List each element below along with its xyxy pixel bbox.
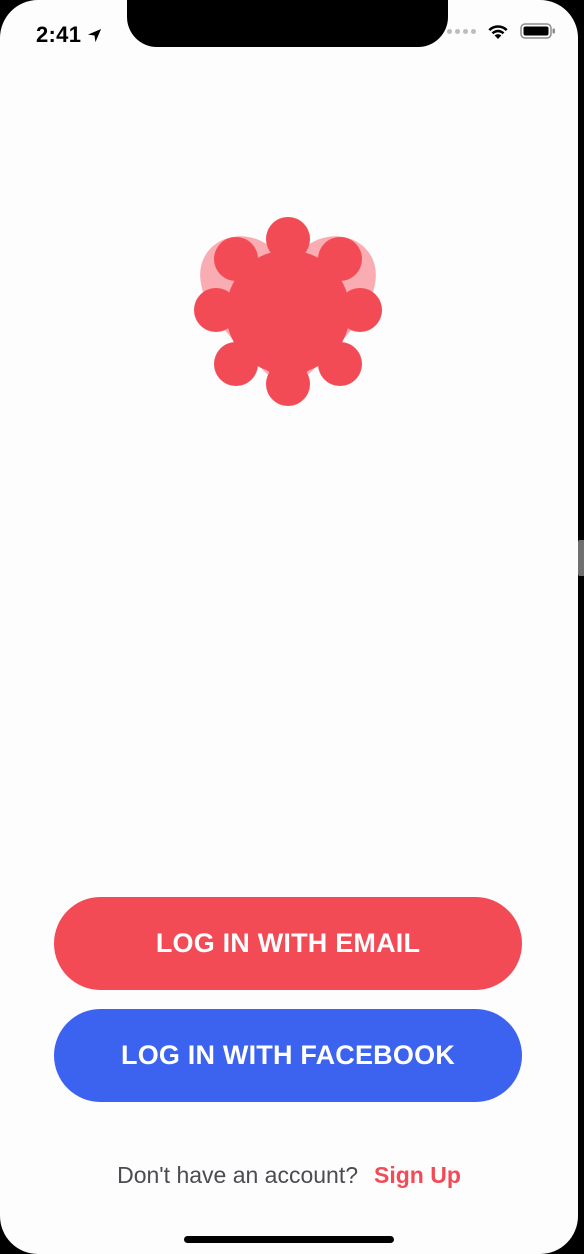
- status-bar-left: 2:41: [36, 22, 102, 48]
- login-email-button[interactable]: LOG IN WITH EMAIL: [54, 897, 522, 990]
- device-notch: [127, 0, 448, 47]
- wifi-icon: [488, 25, 508, 39]
- cellular-dots-icon: [447, 28, 476, 34]
- signup-prompt: Don't have an account? Sign Up: [0, 1162, 578, 1189]
- battery-icon: [520, 23, 555, 39]
- status-bar-right: [447, 22, 556, 40]
- login-facebook-button[interactable]: LOG IN WITH FACEBOOK: [54, 1009, 522, 1102]
- location-arrow-icon: [88, 28, 102, 42]
- home-indicator[interactable]: [184, 1236, 394, 1243]
- app-screen: 2:41 LOG IN WITH EMAIL LOG IN WITH FACEB…: [0, 0, 578, 1254]
- signup-question: Don't have an account?: [117, 1162, 359, 1188]
- status-time: 2:41: [36, 22, 82, 47]
- app-logo-icon: [194, 217, 382, 406]
- signup-link[interactable]: Sign Up: [374, 1162, 461, 1189]
- device-side-button: [578, 540, 584, 576]
- device-frame: 2:41 LOG IN WITH EMAIL LOG IN WITH FACEB…: [0, 0, 584, 1254]
